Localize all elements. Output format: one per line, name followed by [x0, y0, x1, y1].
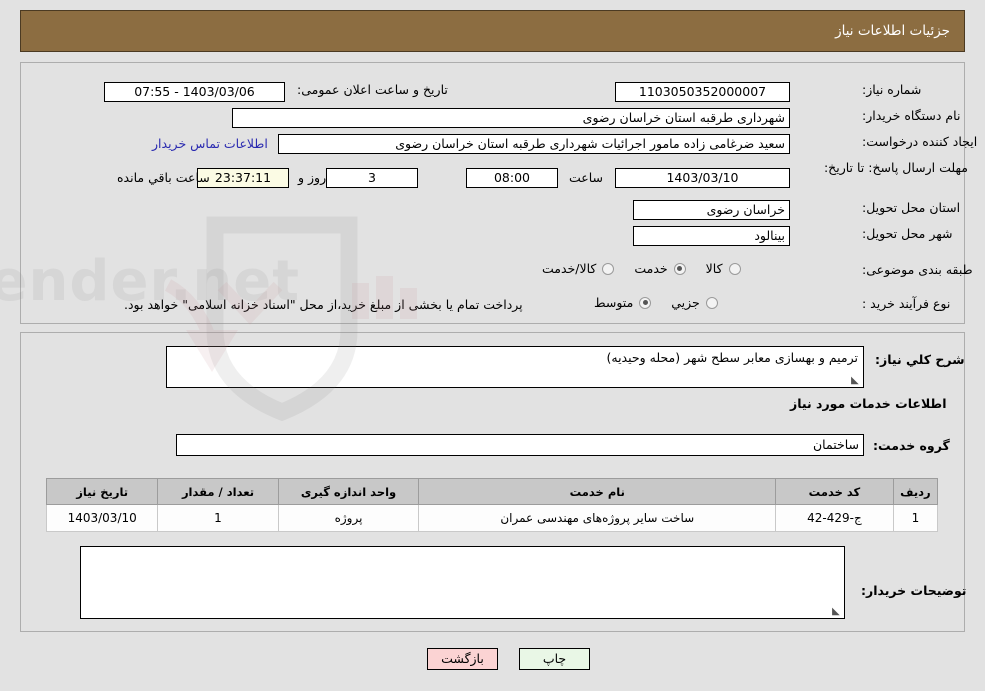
radio-label-khedmat: خدمت: [634, 261, 668, 276]
radio-option-jozii[interactable]: جزیي: [669, 295, 722, 310]
cell-date: 1403/03/10: [45, 504, 159, 532]
public-announce-value: 1403/03/06 - 07:55: [104, 82, 285, 102]
table-header-row: ردیف کد خدمت نام خدمت واحد اندازه گیری ت…: [45, 478, 939, 505]
subject-class-radio-group: کالا خدمت کالا/خدمت: [540, 261, 759, 276]
general-desc-value[interactable]: ترمیم و بهسازی معابر سطح شهر (محله وحیدی…: [166, 346, 864, 388]
subject-class-label: طبقه بندی موضوعی:: [862, 262, 973, 277]
back-button[interactable]: بازگشت: [427, 648, 498, 670]
buyer-notes-label: توضیحات خریدار:: [861, 583, 967, 598]
cell-code: ج-429-42: [775, 504, 894, 532]
col-header-name: نام خدمت: [418, 478, 777, 505]
radio-option-khedmat[interactable]: خدمت: [632, 261, 689, 276]
col-header-radif: ردیف: [892, 478, 939, 505]
col-header-qty: تعداد / مقدار: [157, 478, 279, 505]
page-root: جزئیات اطلاعات نیاز شماره نیاز: 11030503…: [0, 0, 985, 691]
general-desc-label: شرح کلي نیاز:: [875, 352, 965, 367]
need-number-value: 1103050352000007: [615, 82, 790, 102]
radio-indicator-kala-khedmat[interactable]: [602, 262, 615, 275]
col-header-code: کد خدمت: [775, 478, 894, 505]
radio-label-jozii: جزیي: [671, 295, 700, 310]
purchase-process-note: پرداخت تمام یا بخشی از مبلغ خرید،از محل …: [124, 297, 523, 312]
resize-grip-icon-notes[interactable]: ◢: [832, 606, 842, 617]
print-button[interactable]: چاپ: [519, 648, 590, 670]
page-header: جزئیات اطلاعات نیاز: [20, 10, 965, 52]
deadline-days-label: روز و: [298, 170, 327, 185]
radio-label-kala: کالا: [705, 261, 723, 276]
province-value: خراسان رضوی: [633, 200, 790, 220]
service-group-value: ساختمان: [176, 434, 864, 456]
city-label: شهر محل تحویل:: [862, 226, 953, 241]
radio-indicator-jozii[interactable]: [705, 296, 718, 309]
radio-indicator-khedmat[interactable]: [673, 262, 686, 275]
radio-option-motavaset[interactable]: متوسط: [592, 295, 655, 310]
deadline-label-wrap: مهلت ارسال پاسخ: تا تاریخ:: [823, 160, 968, 175]
public-announce-label: تاریخ و ساعت اعلان عمومی:: [297, 82, 448, 97]
cell-radif: 1: [892, 504, 939, 532]
creator-value: سعید ضرغامی زاده مامور اجرائیات شهرداری …: [278, 134, 790, 154]
radio-label-kala-khedmat: کالا/خدمت: [542, 261, 597, 276]
subject-class-label-wrap: طبقه بندی موضوعی:: [856, 262, 973, 277]
page-title: جزئیات اطلاعات نیاز: [835, 23, 950, 39]
deadline-hour-label: ساعت: [569, 170, 604, 185]
table-row: 1 ج-429-42 ساخت سایر پروژه‌های مهندسی عم…: [45, 504, 939, 532]
services-table: ردیف کد خدمت نام خدمت واحد اندازه گیری ت…: [45, 478, 939, 532]
radio-indicator-kala[interactable]: [728, 262, 741, 275]
purchase-process-radio-group: جزیي متوسط: [592, 295, 736, 310]
field-need-number-label-wrap: شماره نیاز:: [856, 82, 921, 97]
cell-unit: پروژه: [277, 504, 420, 532]
creator-label-wrap: ایجاد کننده درخواست:: [856, 134, 977, 149]
service-group-label: گروه خدمت:: [873, 438, 950, 453]
deadline-date: 1403/03/10: [615, 168, 790, 188]
province-label: استان محل تحویل:: [862, 200, 961, 215]
resize-grip-icon[interactable]: ◢: [851, 375, 861, 386]
buyer-notes-value[interactable]: ◢: [80, 546, 845, 619]
radio-option-kala[interactable]: کالا: [704, 261, 745, 276]
province-label-wrap: استان محل تحویل:: [856, 200, 960, 215]
city-value: بینالود: [633, 226, 790, 246]
cell-qty: 1: [157, 504, 279, 532]
radio-indicator-motavaset[interactable]: [639, 296, 652, 309]
need-number-label: شماره نیاز:: [862, 82, 922, 97]
services-section-title: اطلاعات خدمات مورد نیاز: [790, 396, 947, 411]
radio-option-kala-khedmat[interactable]: کالا/خدمت: [540, 261, 618, 276]
buyer-org-label: نام دستگاه خریدار:: [862, 108, 961, 123]
deadline-hour: 08:00: [466, 168, 558, 188]
col-header-unit: واحد اندازه گیری: [277, 478, 420, 505]
col-header-date: تاریخ نیاز: [45, 478, 159, 505]
public-announce-label-wrap: تاریخ و ساعت اعلان عمومی:: [291, 82, 448, 97]
buyer-contact-link[interactable]: اطلاعات تماس خریدار: [152, 136, 268, 151]
buyer-org-value: شهرداری طرقبه استان خراسان رضوی: [232, 108, 790, 128]
city-label-wrap: شهر محل تحویل:: [856, 226, 952, 241]
buyer-org-label-wrap: نام دستگاه خریدار:: [856, 108, 960, 123]
purchase-process-label: نوع فرآیند خرید :: [862, 296, 951, 311]
deadline-remaining-label: ساعت باقي مانده: [117, 170, 210, 185]
general-desc-text: ترمیم و بهسازی معابر سطح شهر (محله وحیدی…: [606, 350, 858, 365]
deadline-label: مهلت ارسال پاسخ: تا تاریخ:: [823, 160, 968, 175]
creator-label: ایجاد کننده درخواست:: [862, 134, 978, 149]
deadline-days: 3: [326, 168, 418, 188]
radio-label-motavaset: متوسط: [594, 295, 634, 310]
cell-name: ساخت سایر پروژه‌های مهندسی عمران: [418, 504, 777, 532]
purchase-process-label-wrap: نوع فرآیند خرید :: [856, 296, 950, 311]
